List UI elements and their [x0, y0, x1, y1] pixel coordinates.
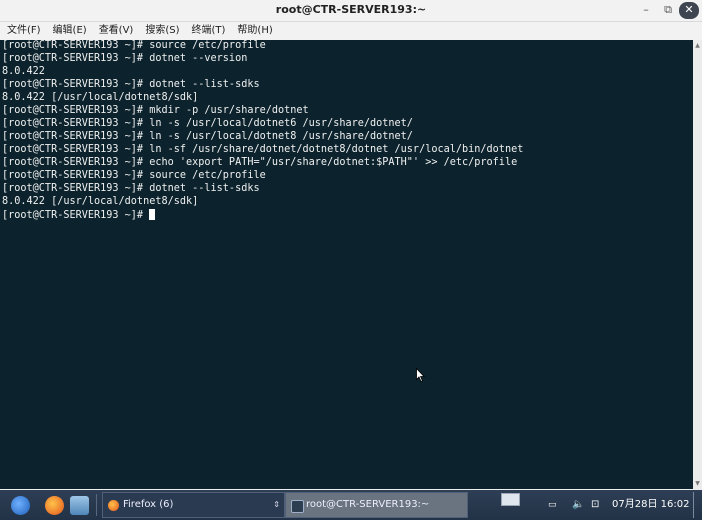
menu-bar: 文件(F) 编辑(E) 查看(V) 搜索(S) 终端(T) 帮助(H)	[0, 22, 702, 40]
terminal-line: [root@CTR-SERVER193 ~]# ln -sf /usr/shar…	[2, 144, 524, 155]
task-label: Firefox (6)	[123, 499, 174, 510]
window-titlebar[interactable]: root@CTR-SERVER193:~ – ⧉ ✕	[0, 0, 702, 22]
menu-search[interactable]: 搜索(S)	[138, 22, 184, 40]
scroll-down-icon[interactable]: ▼	[694, 480, 701, 487]
start-menu-icon[interactable]	[11, 496, 30, 515]
menu-edit[interactable]: 编辑(E)	[46, 22, 92, 40]
terminal-line: 8.0.422	[2, 66, 45, 77]
menu-help[interactable]: 帮助(H)	[230, 22, 277, 40]
volume-icon[interactable]: 🔈	[572, 490, 584, 520]
task-terminal[interactable]: root@CTR-SERVER193:~	[285, 492, 468, 518]
menu-terminal[interactable]: 终端(T)	[185, 22, 231, 40]
mouse-pointer-icon	[416, 368, 425, 382]
terminal-output[interactable]: [root@CTR-SERVER193 ~]# source /etc/prof…	[0, 40, 693, 489]
network-icon[interactable]: ⊡	[591, 490, 599, 520]
scroll-up-icon[interactable]: ▲	[694, 42, 701, 49]
terminal-prompt: [root@CTR-SERVER193 ~]#	[2, 210, 150, 221]
terminal-scrollbar[interactable]: ▲ ▼	[693, 40, 702, 489]
minimize-button[interactable]: –	[635, 2, 657, 19]
menu-view[interactable]: 查看(V)	[92, 22, 139, 40]
close-button[interactable]: ✕	[679, 2, 699, 19]
terminal-line: [root@CTR-SERVER193 ~]# ln -s /usr/local…	[2, 118, 413, 129]
task-label: root@CTR-SERVER193:~	[306, 499, 430, 510]
clock[interactable]: 07月28日 16:02	[612, 490, 689, 520]
window-title: root@CTR-SERVER193:~	[275, 3, 427, 16]
chevron-updown-icon: ⇕	[273, 500, 280, 509]
text-cursor	[149, 209, 156, 220]
file-manager-icon[interactable]	[70, 496, 89, 515]
workspace-switcher-icon[interactable]	[501, 493, 520, 506]
terminal-line: [root@CTR-SERVER193 ~]# dotnet --list-sd…	[2, 79, 260, 90]
terminal-line: [root@CTR-SERVER193 ~]# dotnet --version	[2, 53, 248, 64]
terminal-line: [root@CTR-SERVER193 ~]# source /etc/prof…	[2, 170, 266, 181]
maximize-button[interactable]: ⧉	[657, 2, 679, 19]
keyboard-icon[interactable]: ▭	[548, 490, 557, 520]
taskbar-separator	[96, 494, 97, 516]
task-firefox[interactable]: Firefox (6) ⇕	[102, 492, 285, 518]
terminal-line: [root@CTR-SERVER193 ~]# echo 'export PAT…	[2, 157, 518, 168]
terminal-prompt-line[interactable]: [root@CTR-SERVER193 ~]#	[2, 209, 156, 222]
window-controls: – ⧉ ✕	[635, 0, 702, 21]
terminal-line: [root@CTR-SERVER193 ~]# dotnet --list-sd…	[2, 183, 260, 194]
terminal-line: [root@CTR-SERVER193 ~]# ln -s /usr/local…	[2, 131, 413, 142]
firefox-launcher-icon[interactable]	[45, 496, 64, 515]
taskbar: Firefox (6) ⇕ root@CTR-SERVER193:~ ▭ 🔈 ⊡…	[0, 490, 702, 520]
terminal-line: [root@CTR-SERVER193 ~]# source /etc/prof…	[2, 40, 266, 51]
terminal-line: [root@CTR-SERVER193 ~]# mkdir -p /usr/sh…	[2, 105, 309, 116]
terminal-icon	[291, 500, 304, 513]
show-desktop-divider[interactable]	[693, 492, 694, 518]
firefox-icon	[108, 500, 119, 511]
terminal-line: 8.0.422 [/usr/local/dotnet8/sdk]	[2, 92, 199, 103]
terminal-line: 8.0.422 [/usr/local/dotnet8/sdk]	[2, 196, 199, 207]
menu-file[interactable]: 文件(F)	[0, 22, 46, 40]
